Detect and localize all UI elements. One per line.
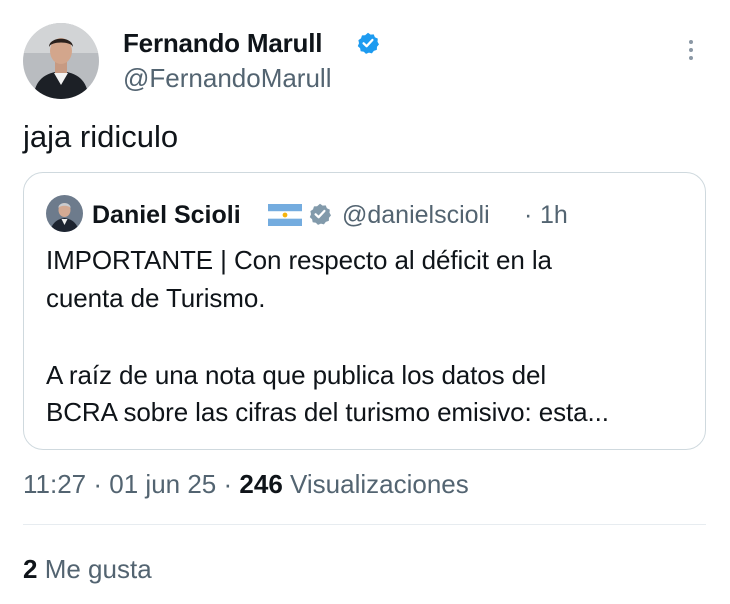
more-options-icon[interactable] xyxy=(682,40,700,68)
quoted-text-line: IMPORTANTE | Con respecto al déficit en … xyxy=(46,245,552,275)
tweet-meta: 11:27 · 01 jun 25 · 246 Visualizaciones xyxy=(23,469,469,500)
quoted-author-avatar[interactable] xyxy=(46,195,83,232)
likes-label: Me gusta xyxy=(44,554,152,584)
quoted-separator: · xyxy=(524,201,533,229)
likes-count: 2 xyxy=(23,554,38,584)
meta-separator: · xyxy=(223,469,233,499)
views-count: 246 xyxy=(239,469,283,499)
government-verified-badge-icon xyxy=(309,203,331,225)
author-name[interactable]: Fernando Marull xyxy=(123,28,322,59)
quoted-timestamp[interactable]: 1h xyxy=(540,201,568,230)
divider xyxy=(23,524,706,525)
tweet-text: jaja ridiculo xyxy=(23,119,179,154)
author-handle[interactable]: @FernandoMarull xyxy=(123,63,331,94)
tweet-time[interactable]: 11:27 xyxy=(23,469,86,499)
meta-separator: · xyxy=(93,469,103,499)
likes-stat[interactable]: 2 Me gusta xyxy=(23,554,152,585)
quoted-tweet-card[interactable]: Daniel Scioli @danielscioli · 1h IMPORTA… xyxy=(23,172,706,450)
quoted-text-line: BCRA sobre las cifras del turismo emisiv… xyxy=(46,397,609,427)
argentina-flag-icon xyxy=(268,204,302,226)
verified-badge-icon xyxy=(357,32,379,54)
tweet-date[interactable]: 01 jun 25 xyxy=(109,469,216,499)
quoted-author-handle[interactable]: @danielscioli xyxy=(342,201,490,230)
quoted-text-line: cuenta de Turismo. xyxy=(46,283,266,313)
views-label: Visualizaciones xyxy=(290,469,469,499)
author-avatar[interactable] xyxy=(23,23,99,99)
quoted-author-name[interactable]: Daniel Scioli xyxy=(92,201,241,230)
quoted-text-line: A raíz de una nota que publica los datos… xyxy=(46,360,547,390)
